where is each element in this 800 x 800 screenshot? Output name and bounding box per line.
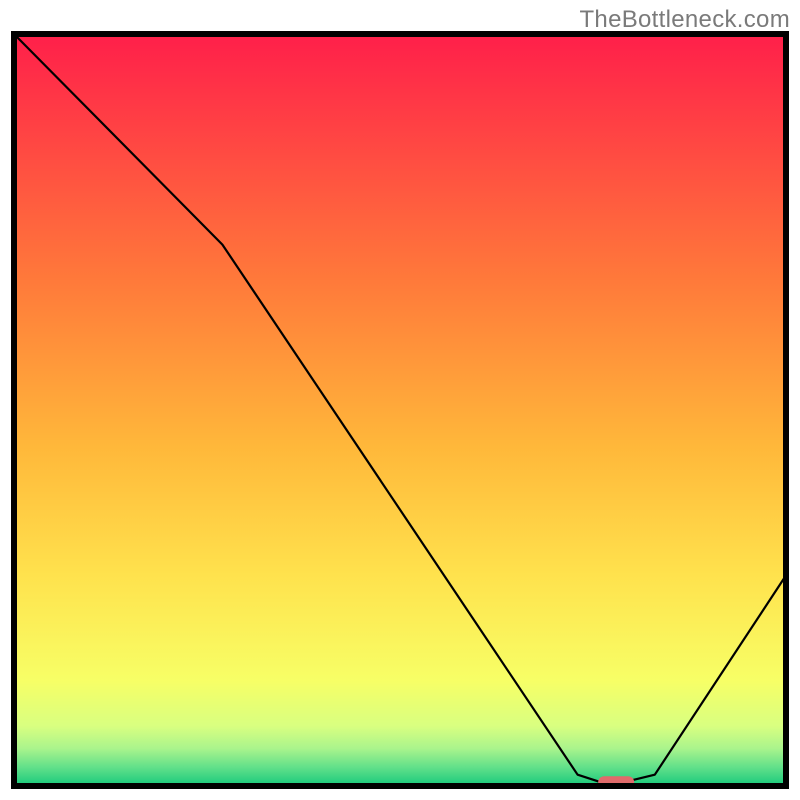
watermark-text: TheBottleneck.com [579,6,790,34]
chart-container: TheBottleneck.com [0,0,800,800]
plot-background [14,34,786,786]
chart-svg [0,0,800,800]
